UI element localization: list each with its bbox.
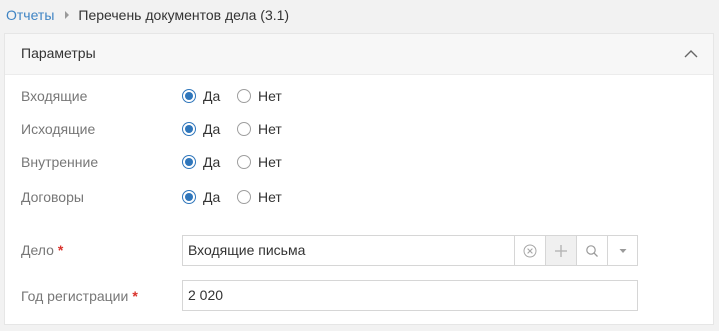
radio-unchecked-icon (237, 89, 251, 103)
outgoing-yes-label: Да (203, 121, 221, 137)
case-input[interactable]: Входящие письма (188, 242, 305, 258)
year-label-text: Год регистрации (21, 288, 129, 304)
radio-checked-icon (182, 89, 196, 103)
internal-yes-radio[interactable]: Да (182, 154, 220, 170)
parameters-panel: Параметры Входящие Да Нет Исходящие Да Н… (4, 33, 714, 325)
outgoing-no-radio[interactable]: Нет (237, 121, 282, 137)
chevron-up-icon[interactable] (683, 46, 699, 62)
year-field-label: Год регистрации * (21, 288, 138, 304)
year-field: 2 020 (182, 280, 638, 311)
outgoing-no-label: Нет (258, 121, 282, 137)
breadcrumb: Отчеты Перечень документов дела (3.1) (6, 5, 289, 25)
breadcrumb-current-page: Перечень документов дела (3.1) (78, 7, 290, 23)
dropdown-arrow-icon[interactable] (607, 236, 637, 265)
incoming-yes-radio[interactable]: Да (182, 88, 220, 104)
contracts-yes-radio[interactable]: Да (182, 189, 220, 205)
radio-unchecked-icon (237, 190, 251, 204)
internal-yes-label: Да (203, 154, 221, 170)
incoming-no-label: Нет (258, 88, 282, 104)
incoming-no-radio[interactable]: Нет (237, 88, 282, 104)
required-marker: * (132, 288, 138, 304)
required-marker: * (57, 242, 64, 258)
internal-row: Внутренние Да Нет (5, 152, 713, 174)
incoming-yes-label: Да (203, 88, 221, 104)
outgoing-label: Исходящие (21, 121, 96, 137)
breadcrumb-reports-link[interactable]: Отчеты (6, 7, 54, 23)
panel-title: Параметры (21, 45, 96, 61)
internal-no-label: Нет (258, 154, 282, 170)
outgoing-yes-radio[interactable]: Да (182, 121, 220, 137)
incoming-row: Входящие Да Нет (5, 86, 713, 108)
outgoing-row: Исходящие Да Нет (5, 119, 713, 141)
plus-icon[interactable] (545, 236, 576, 265)
case-field-label: Дело * (21, 242, 63, 258)
breadcrumb-separator-icon (65, 11, 70, 19)
internal-label: Внутренние (21, 154, 99, 170)
incoming-label: Входящие (21, 88, 88, 104)
radio-checked-icon (182, 155, 196, 169)
radio-checked-icon (182, 122, 196, 136)
radio-unchecked-icon (237, 155, 251, 169)
internal-no-radio[interactable]: Нет (237, 154, 282, 170)
contracts-row: Договоры Да Нет (5, 187, 713, 209)
case-label-text: Дело (21, 242, 54, 258)
radio-checked-icon (182, 190, 196, 204)
case-lookup-field: Входящие письма (182, 235, 638, 266)
year-input[interactable]: 2 020 (188, 287, 223, 303)
search-icon[interactable] (576, 236, 607, 265)
panel-header[interactable]: Параметры (5, 34, 713, 75)
contracts-yes-label: Да (203, 189, 221, 205)
radio-unchecked-icon (237, 122, 251, 136)
contracts-label: Договоры (21, 189, 84, 205)
contracts-no-label: Нет (258, 189, 282, 205)
clear-icon[interactable] (514, 236, 545, 265)
contracts-no-radio[interactable]: Нет (237, 189, 282, 205)
